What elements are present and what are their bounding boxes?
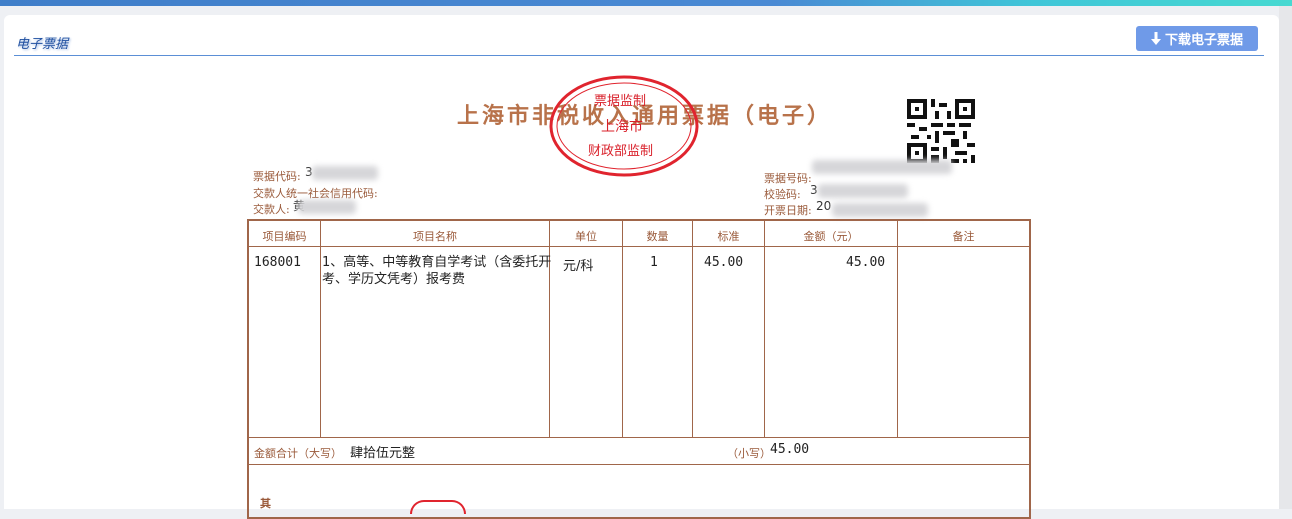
- qr-code: [907, 99, 975, 167]
- official-seal: 票据监制 上海市 财政部监制: [548, 74, 700, 182]
- seal-middle-text: 上海市: [601, 119, 643, 135]
- redacted-issue-date: [832, 203, 928, 217]
- invoice-number-label: 票据号码:: [764, 172, 812, 185]
- row-quantity: 1: [650, 255, 658, 270]
- col-header-unit: 单位: [575, 230, 597, 243]
- panel-title: 电子票据: [16, 37, 69, 52]
- invoice-items-table: 项目编码 项目名称 单位 数量 标准 金额（元） 备注 168001 1、高等、…: [247, 219, 1031, 519]
- payer-credit-code-label: 交款人统一社会信用代码:: [253, 187, 378, 200]
- redacted-invoice-number: [812, 160, 952, 174]
- col-header-standard: 标准: [717, 230, 740, 243]
- total-lower-value: 45.00: [770, 442, 810, 457]
- payer-label: 交款人:: [253, 203, 290, 216]
- download-button-label: 下载电子票据: [1164, 33, 1243, 48]
- seal-top-text: 票据监制: [594, 94, 647, 109]
- check-code-value: 3: [810, 183, 818, 197]
- col-header-quantity: 数量: [646, 230, 669, 243]
- seal-bottom-text: 财政部监制: [588, 144, 654, 159]
- issue-date-label: 开票日期:: [764, 204, 812, 217]
- total-lower-label: （小写）: [727, 447, 771, 460]
- col-header-note: 备注: [952, 230, 975, 243]
- row-unit: 元/科: [563, 259, 594, 274]
- panel-divider: [14, 55, 1264, 56]
- col-header-amount: 金额（元）: [803, 230, 859, 243]
- download-invoice-button[interactable]: 下载电子票据: [1136, 26, 1258, 51]
- redacted-payer-name: [298, 200, 356, 214]
- total-upper-label: 金额合计（大写）: [254, 447, 342, 460]
- total-upper-value: 肆拾伍元整: [350, 446, 416, 461]
- row-standard: 45.00: [704, 255, 744, 270]
- row-amount: 45.00: [846, 255, 886, 270]
- row-item-code: 168001: [254, 255, 301, 270]
- col-header-name: 项目名称: [413, 230, 457, 243]
- bottom-seal-fragment: [410, 500, 466, 514]
- top-accent-bar: [0, 0, 1292, 6]
- check-code-label: 校验码:: [764, 188, 801, 201]
- invoice-code-label: 票据代码:: [253, 170, 301, 183]
- issue-date-value: 20: [816, 199, 832, 213]
- redacted-invoice-code: [312, 166, 378, 180]
- col-header-code: 项目编码: [262, 230, 307, 243]
- redacted-check-code: [818, 184, 908, 198]
- scrollbar-track[interactable]: [1279, 6, 1292, 509]
- row-item-name: 1、高等、中等教育自学考试（含委托开考、学历文凭考）报考费: [322, 255, 552, 287]
- download-arrow-icon: [1150, 32, 1161, 45]
